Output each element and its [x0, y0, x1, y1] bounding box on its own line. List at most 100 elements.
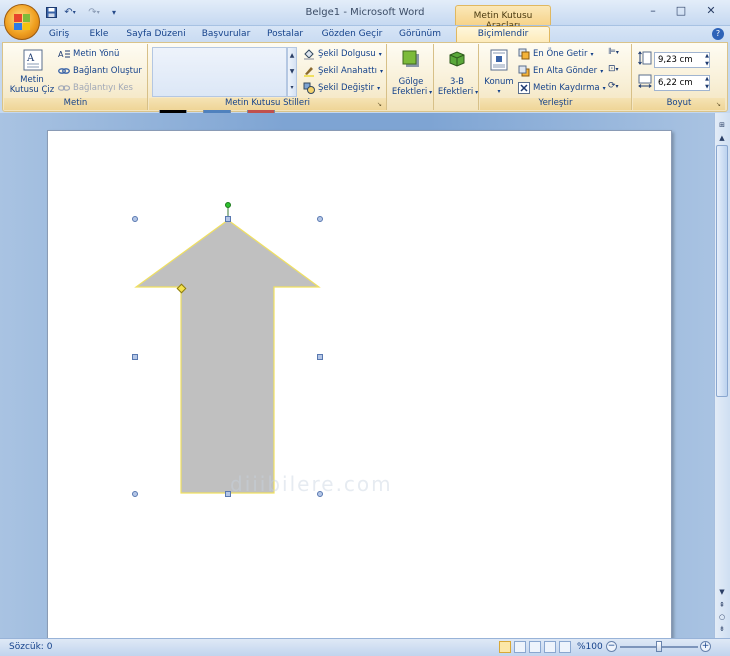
word-count[interactable]: Sözcük: 0 — [9, 642, 52, 652]
svg-text:A: A — [58, 50, 64, 59]
tab-basvurular[interactable]: Başvurular — [198, 27, 254, 42]
scroll-down-button[interactable]: ▼ — [716, 586, 728, 598]
shape-fill-button[interactable]: Şekil Dolgusu ▾ — [303, 47, 382, 61]
break-link-label: Bağlantıyı Kes — [73, 83, 133, 93]
create-link-label: Bağlantı Oluştur — [73, 66, 142, 76]
group-shadow-effects: Gölge Efektleri ▾ — [388, 44, 434, 110]
minimize-button[interactable]: – — [642, 4, 664, 20]
shape-height-spinner[interactable]: ▲ ▼ — [703, 52, 711, 68]
zoom-out-button[interactable]: − — [606, 641, 617, 652]
help-icon[interactable]: ? — [712, 28, 724, 40]
group-3d-effects: 3-B Efektleri ▾ — [435, 44, 479, 110]
resize-handle-bottom-right[interactable] — [317, 491, 323, 497]
tab-sayfa-duzeni[interactable]: Sayfa Düzeni — [124, 27, 188, 42]
zoom-in-button[interactable]: + — [700, 641, 711, 652]
up-arrow-shape[interactable] — [125, 195, 335, 505]
tab-bicimlendir[interactable]: Biçimlendir — [456, 26, 550, 43]
shape-height-icon — [638, 51, 652, 65]
group-label-metin: Metin — [4, 98, 147, 110]
svg-text:A: A — [26, 53, 35, 64]
text-direction-button[interactable]: A Metin Yönü — [58, 47, 119, 61]
broken-link-icon — [57, 82, 71, 94]
previous-page-button[interactable]: ⇞ — [716, 599, 728, 611]
context-tool-title: Metin Kutusu Araçları — [455, 5, 551, 31]
text-wrapping-label: Metin Kaydırma — [533, 83, 600, 93]
tab-gozden-gecir[interactable]: Gözden Geçir — [318, 27, 386, 42]
outline-view-icon[interactable] — [544, 641, 556, 653]
text-direction-icon: A — [58, 48, 70, 60]
office-button[interactable] — [4, 4, 40, 40]
draw-text-box-label-1: Metin — [20, 75, 44, 85]
pen-icon — [303, 65, 315, 77]
print-layout-view-icon[interactable] — [499, 641, 511, 653]
shape-fill-label: Şekil Dolgusu — [318, 49, 376, 59]
position-icon — [490, 49, 508, 71]
shape-width-spinner[interactable]: ▲ ▼ — [703, 75, 711, 91]
change-shape-label: Şekil Değiştir — [318, 83, 375, 93]
office-logo-icon — [14, 14, 30, 30]
full-screen-reading-view-icon[interactable] — [514, 641, 526, 653]
resize-handle-bottom[interactable] — [225, 491, 231, 497]
create-link-button[interactable]: Bağlantı Oluştur — [58, 64, 142, 78]
zoom-slider-thumb[interactable] — [656, 641, 662, 652]
text-direction-label: Metin Yönü — [73, 49, 120, 59]
text-wrap-icon — [518, 82, 530, 94]
shape-height-input[interactable]: 9,23 cm — [654, 52, 710, 68]
resize-handle-top-left[interactable] — [132, 216, 138, 222]
resize-handle-top[interactable] — [225, 216, 231, 222]
shape-outline-button[interactable]: Şekil Anahattı ▾ — [303, 64, 383, 78]
group-label-arrange: Yerleştir — [480, 98, 631, 110]
tab-ekle[interactable]: Ekle — [84, 27, 114, 42]
group-metin: A Metin Kutusu Çiz A Metin Yönü Bağlantı… — [4, 44, 148, 110]
bring-to-front-label: En Öne Getir — [533, 49, 588, 59]
tab-gorunum[interactable]: Görünüm — [394, 27, 446, 42]
position-label: Konum — [484, 77, 514, 87]
align-icon[interactable]: ⊫▾ — [608, 47, 628, 61]
3d-effects-label-1: 3-B — [449, 77, 464, 87]
send-to-back-label: En Alta Gönder — [533, 66, 598, 76]
resize-handle-bottom-left[interactable] — [132, 491, 138, 497]
resize-handle-left[interactable] — [132, 354, 138, 360]
rotate-icon[interactable]: ⟳▾ — [608, 81, 628, 95]
shapes-icon — [303, 82, 315, 94]
group-objects-icon[interactable]: ⊡▾ — [608, 64, 628, 78]
text-wrapping-button[interactable]: Metin Kaydırma ▾ — [518, 81, 606, 95]
browse-object-button[interactable]: ○ — [716, 611, 728, 623]
break-link-button[interactable]: Bağlantıyı Kes — [57, 81, 133, 95]
shadow-effects-label-2: Efektleri ▾ — [391, 87, 433, 97]
ruler-toggle-icon[interactable]: ⊞ — [716, 119, 728, 131]
web-layout-view-icon[interactable] — [529, 641, 541, 653]
position-button[interactable]: Konum ▾ — [482, 47, 516, 99]
close-button[interactable]: ✕ — [700, 4, 722, 20]
3d-cube-icon — [449, 51, 465, 67]
size-launcher-icon[interactable]: ↘ — [716, 101, 723, 108]
rotation-handle[interactable] — [225, 202, 231, 208]
tab-postalar[interactable]: Postalar — [262, 27, 308, 42]
shape-width-input[interactable]: 6,22 cm — [654, 75, 710, 91]
zoom-level[interactable]: %100 — [577, 642, 603, 652]
shape-outline-label: Şekil Anahattı — [318, 66, 378, 76]
tab-giris[interactable]: Giriş — [42, 27, 76, 42]
3d-effects-label-2: Efektleri ▾ — [437, 87, 479, 97]
next-page-button[interactable]: ⇟ — [716, 623, 728, 635]
draw-text-box-label-2: Kutusu Çiz — [9, 85, 55, 95]
resize-handle-top-right[interactable] — [317, 216, 323, 222]
change-shape-button[interactable]: Şekil Değiştir ▾ — [303, 81, 380, 95]
maximize-button[interactable]: □ — [670, 4, 692, 20]
group-label-size: Boyut — [633, 98, 725, 110]
shadow-effects-button[interactable]: Gölge Efektleri ▾ — [390, 47, 432, 99]
draw-text-box-button[interactable]: A Metin Kutusu Çiz — [10, 47, 54, 97]
watermark-text: diiibilere.com — [230, 472, 393, 496]
resize-handle-right[interactable] — [317, 354, 323, 360]
scroll-up-button[interactable]: ▲ — [716, 132, 728, 144]
send-to-back-button[interactable]: En Alta Gönder ▾ — [518, 64, 603, 78]
scrollbar-thumb[interactable] — [716, 145, 728, 397]
styles-launcher-icon[interactable]: ↘ — [377, 101, 384, 108]
3d-effects-button[interactable]: 3-B Efektleri ▾ — [436, 47, 478, 99]
draft-view-icon[interactable] — [559, 641, 571, 653]
send-back-icon — [518, 65, 530, 77]
bring-to-front-button[interactable]: En Öne Getir ▾ — [518, 47, 594, 61]
style-gallery-scroll[interactable]: ▲ ▼ ▾ — [287, 47, 297, 97]
bring-front-icon — [518, 48, 530, 60]
shadow-effects-icon — [402, 50, 419, 67]
